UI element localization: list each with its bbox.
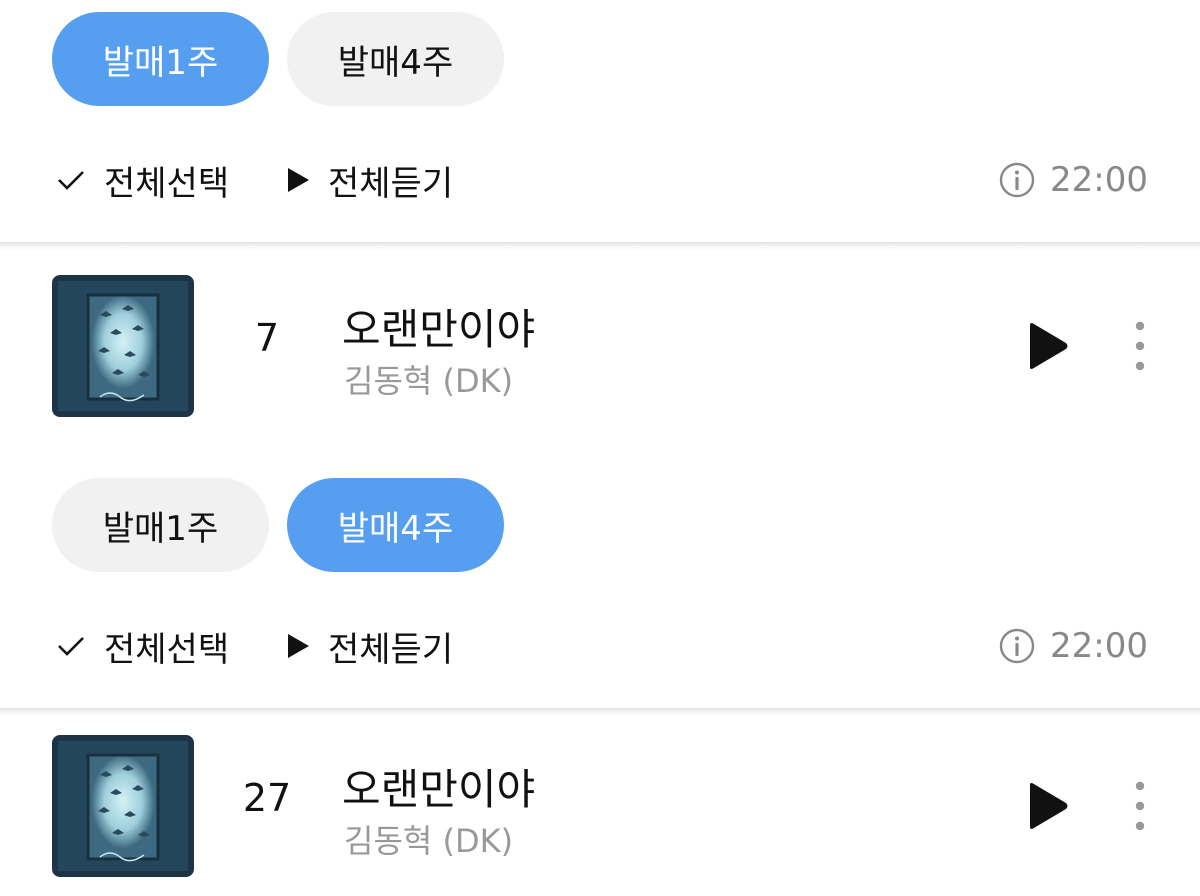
play-all-label: 전체듣기: [328, 163, 454, 204]
select-all-button[interactable]: 전체선택: [56, 614, 229, 678]
track-title[interactable]: 오랜만이야: [342, 756, 535, 817]
play-icon: [286, 167, 310, 193]
play-icon: [286, 633, 310, 659]
period-tabs: 발매1주 발매4주: [52, 478, 504, 572]
tab-release-4weeks[interactable]: 발매4주: [287, 478, 504, 572]
select-all-label: 전체선택: [104, 629, 230, 670]
play-all-button[interactable]: 전체듣기: [286, 148, 453, 212]
period-tabs: 발매1주 발매4주: [52, 12, 504, 106]
section-divider: [0, 708, 1200, 716]
track-row[interactable]: 7 오랜만이야 김동혁 (DK): [0, 270, 1200, 420]
info-icon: [998, 627, 1036, 665]
track-artist[interactable]: 김동혁 (DK): [344, 356, 513, 402]
track-rank: 7: [254, 316, 280, 360]
album-art[interactable]: [52, 275, 194, 417]
select-all-label: 전체선택: [104, 163, 230, 204]
track-title[interactable]: 오랜만이야: [342, 296, 535, 357]
track-rank: 27: [242, 776, 292, 820]
more-vertical-icon[interactable]: [1128, 778, 1152, 834]
tab-release-1week[interactable]: 발매1주: [52, 478, 269, 572]
more-vertical-icon[interactable]: [1128, 318, 1152, 374]
update-time[interactable]: 22:00: [998, 148, 1148, 212]
update-time-text: 22:00: [1050, 160, 1148, 200]
check-icon: [56, 168, 86, 192]
tab-release-4weeks[interactable]: 발매4주: [287, 12, 504, 106]
list-controls: 전체선택 전체듣기 22:00: [0, 148, 1200, 212]
play-icon[interactable]: [1026, 322, 1070, 370]
album-art[interactable]: [52, 735, 194, 877]
list-controls: 전체선택 전체듣기 22:00: [0, 614, 1200, 678]
update-time[interactable]: 22:00: [998, 614, 1148, 678]
play-all-button[interactable]: 전체듣기: [286, 614, 453, 678]
play-icon[interactable]: [1026, 782, 1070, 830]
play-all-label: 전체듣기: [328, 629, 454, 670]
track-artist[interactable]: 김동혁 (DK): [344, 816, 513, 862]
check-icon: [56, 634, 86, 658]
tab-release-1week[interactable]: 발매1주: [52, 12, 269, 106]
section-divider: [0, 242, 1200, 250]
info-icon: [998, 161, 1036, 199]
select-all-button[interactable]: 전체선택: [56, 148, 229, 212]
update-time-text: 22:00: [1050, 626, 1148, 666]
track-row[interactable]: 27 오랜만이야 김동혁 (DK): [0, 730, 1200, 880]
